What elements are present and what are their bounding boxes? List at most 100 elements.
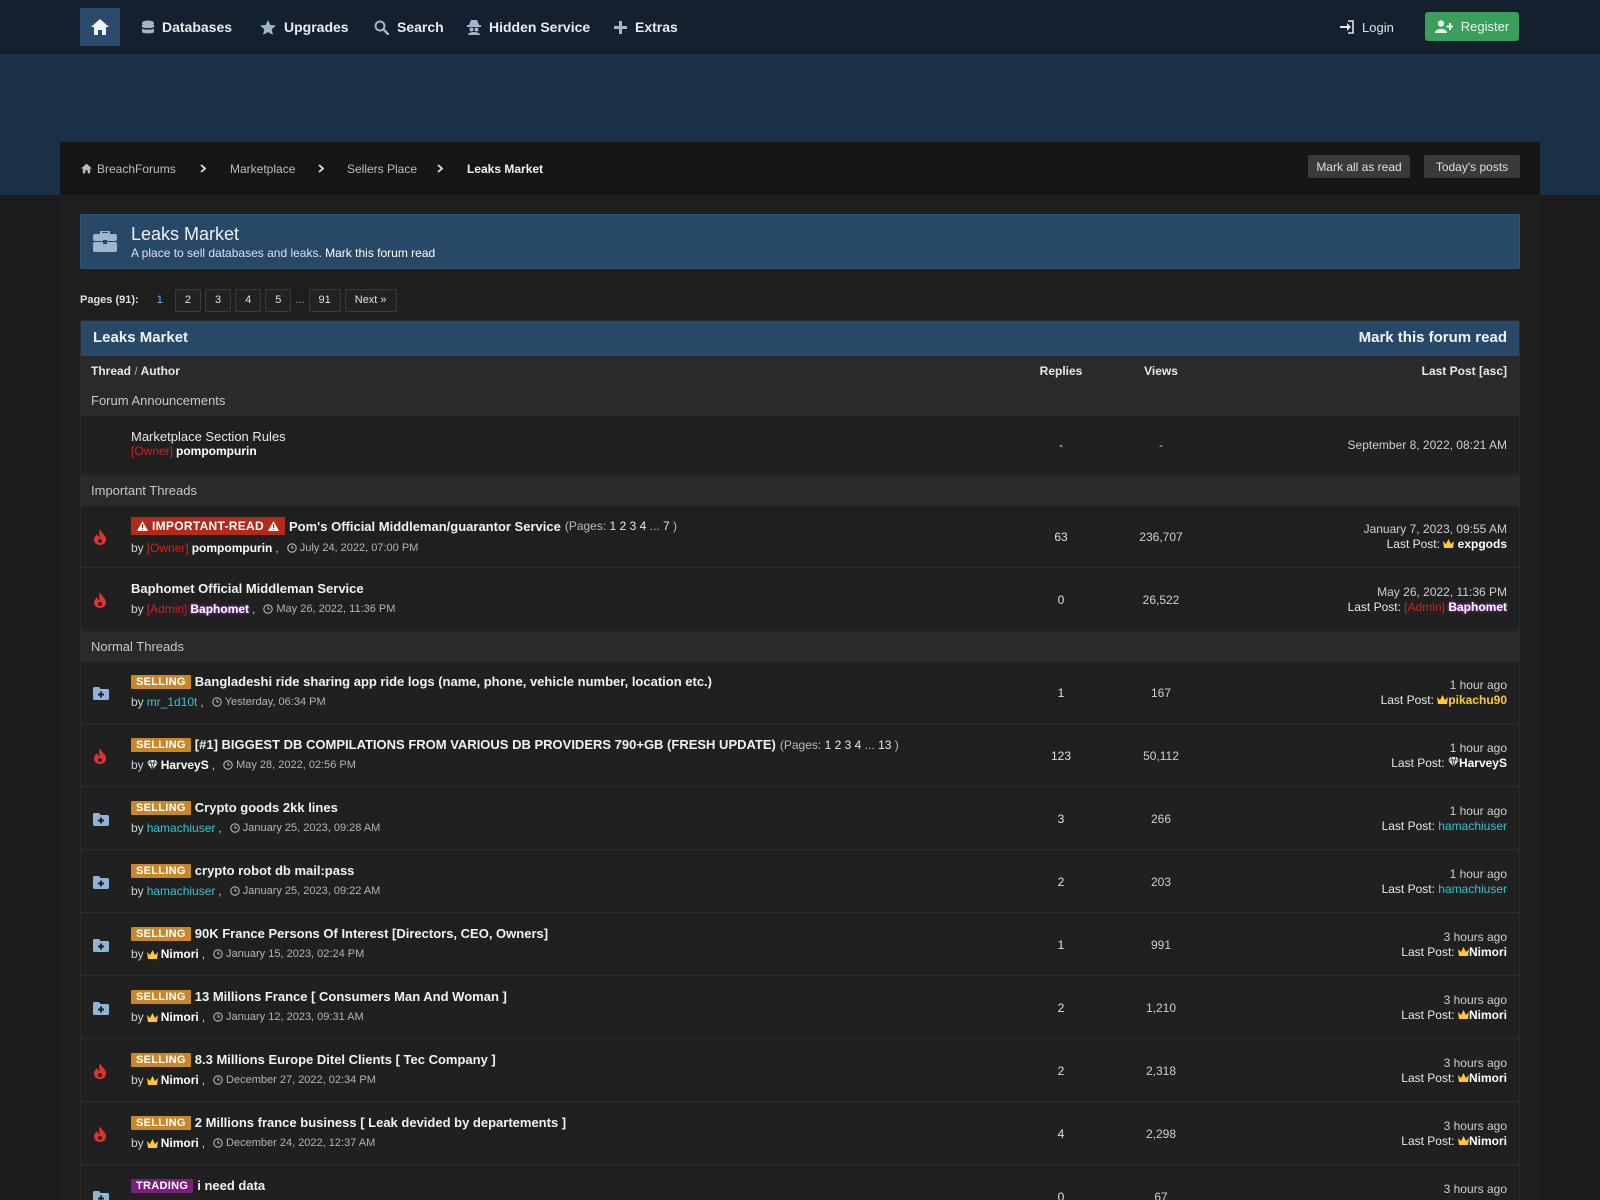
last-post-user[interactable]: expgods — [1458, 537, 1507, 551]
thread-date: December 24, 2022, 12:37 AM — [213, 1137, 375, 1149]
author-link[interactable]: pompompurin — [192, 541, 273, 555]
breadcrumb-marketplace[interactable]: Marketplace — [230, 142, 295, 195]
page-link-last[interactable]: 91 — [308, 288, 341, 312]
page-link[interactable]: 4 — [235, 288, 262, 312]
todays-posts-button[interactable]: Today's posts — [1424, 155, 1520, 178]
last-post-user[interactable]: hamachiuser — [1438, 819, 1507, 833]
thread-page-link[interactable]: 1 — [825, 738, 832, 752]
thread-page-link[interactable]: 4 — [640, 519, 647, 533]
author-link[interactable]: mr_1d10t — [147, 695, 198, 709]
author-link[interactable]: Nimori — [161, 947, 199, 961]
mark-forum-read-link[interactable]: Mark this forum read — [325, 246, 435, 260]
crown-icon — [146, 1075, 158, 1085]
thread-title[interactable]: SELLING 8.3 Millions Europe Ditel Clients… — [131, 1052, 496, 1067]
col-lastpost-label[interactable]: Last Post — [1422, 364, 1476, 378]
author-link[interactable]: hamachiuser — [147, 821, 216, 835]
thread-title[interactable]: Marketplace Section Rules — [131, 429, 286, 444]
col-thread[interactable]: Thread — [91, 364, 131, 378]
thread-date: January 25, 2023, 09:28 AM — [229, 822, 380, 834]
last-post-user[interactable]: hamachiuser — [1438, 882, 1507, 896]
reply-count: 2 — [1057, 875, 1065, 889]
breadcrumb-breachforums[interactable]: BreachForums — [80, 142, 176, 195]
table-mark-read-link[interactable]: Mark this forum read — [1359, 329, 1507, 346]
thread-page-link[interactable]: 1 — [610, 519, 617, 533]
thread-meta: by Nimori, January 12, 2023, 09:31 AM — [131, 1010, 364, 1024]
breadcrumb-separator — [437, 142, 443, 195]
by-label: by — [131, 1010, 144, 1024]
col-author[interactable]: Author — [141, 364, 180, 378]
thread-page-link[interactable]: 7 — [663, 519, 670, 533]
author-link[interactable]: hamachiuser — [147, 884, 216, 898]
table-row: SELLING [#1] BIGGEST DB COMPILATIONS FROM… — [81, 725, 1519, 787]
prefix-badge: SELLING — [131, 674, 191, 689]
author-link[interactable]: Nimori — [161, 1073, 199, 1087]
author-link[interactable]: pompompurin — [176, 444, 257, 458]
clock-icon — [223, 760, 233, 770]
thread-page-link[interactable]: 3 — [845, 738, 852, 752]
home-button[interactable] — [80, 8, 120, 46]
login-link[interactable]: Login — [1340, 0, 1394, 54]
page-link[interactable]: 3 — [204, 288, 232, 312]
author-link[interactable]: Nimori — [161, 1136, 199, 1150]
table-row: SELLING crypto robot db mail:pass by hamac… — [81, 851, 1519, 913]
register-button[interactable]: Register — [1425, 12, 1519, 41]
briefcase-icon — [93, 231, 117, 252]
page-link[interactable]: 2 — [174, 288, 201, 312]
last-post-date: 3 hours ago — [1443, 930, 1507, 944]
thread-page-link[interactable]: 13 — [878, 738, 891, 752]
thread-page-link[interactable]: 2 — [835, 738, 842, 752]
clock-icon — [229, 823, 240, 833]
last-post-user[interactable]: Nimori — [1469, 1134, 1507, 1148]
thread-page-link[interactable]: 4 — [855, 738, 862, 752]
thread-page-link[interactable]: 2 — [620, 519, 627, 533]
thread-title[interactable]: IMPORTANT-READ Pom's Official Middleman/… — [131, 517, 677, 535]
breadcrumb-label: Marketplace — [230, 161, 296, 176]
section-announcements: Forum Announcements — [81, 386, 1519, 416]
last-post-user[interactable]: pikachu90 — [1448, 693, 1507, 707]
thread-pages: (Pages: 1 2 3 4 ... 7 ) — [565, 519, 677, 533]
last-post-user[interactable]: Nimori — [1469, 1071, 1507, 1085]
view-count: - — [1159, 438, 1163, 452]
thread-title[interactable]: SELLING Crypto goods 2kk lines — [131, 800, 338, 815]
table-row: SELLING 8.3 Millions Europe Ditel Clients… — [81, 1040, 1519, 1102]
table-header: Leaks Market Mark this forum read — [81, 321, 1519, 356]
col-views[interactable]: Views — [1121, 364, 1201, 378]
thread-title[interactable]: SELLING 2 Millions france business [ Leak… — [131, 1115, 566, 1130]
thread-title[interactable]: SELLING [#1] BIGGEST DB COMPILATIONS FROM… — [131, 737, 899, 752]
nav-upgrades[interactable]: Upgrades — [260, 0, 349, 54]
nav-databases[interactable]: Databases — [142, 0, 232, 54]
last-post-user[interactable]: HarveyS — [1459, 756, 1507, 770]
thread-title[interactable]: SELLING 13 Millions France [ Consumers Ma… — [131, 989, 507, 1004]
nav-hidden-service[interactable]: Hidden Service — [467, 0, 590, 54]
last-post-role: [Admin] — [1404, 600, 1445, 614]
author-link[interactable]: HarveyS — [161, 758, 209, 772]
thread-title[interactable]: SELLING Bangladeshi ride sharing app ride… — [131, 674, 712, 689]
section-label: Normal Threads — [91, 639, 184, 654]
by-label: by — [131, 758, 144, 772]
last-post-user[interactable]: Baphomet — [1448, 600, 1507, 614]
thread-meta: by mr_1d10t, Yesterday, 06:34 PM — [131, 695, 326, 709]
thread-title[interactable]: Baphomet Official Middleman Service — [131, 581, 364, 596]
breadcrumb-sellers-place[interactable]: Sellers Place — [347, 142, 417, 195]
thread-title[interactable]: SELLING crypto robot db mail:pass — [131, 863, 354, 878]
col-sort-toggle[interactable]: [asc] — [1479, 364, 1507, 378]
last-post-label: Last Post: — [1381, 819, 1435, 833]
mark-all-read-button[interactable]: Mark all as read — [1308, 155, 1410, 178]
last-post-user[interactable]: Nimori — [1469, 1008, 1507, 1022]
new-posts-folder-icon — [93, 1191, 109, 1200]
nav-search[interactable]: Search — [374, 0, 444, 54]
thread-page-link[interactable]: 3 — [630, 519, 637, 533]
sign-in-icon — [1340, 20, 1354, 34]
last-post-user[interactable]: Nimori — [1469, 945, 1507, 959]
author-link[interactable]: Baphomet — [190, 602, 249, 616]
thread-date: May 28, 2022, 02:56 PM — [223, 759, 356, 771]
col-replies[interactable]: Replies — [1021, 364, 1101, 378]
page-link[interactable]: 5 — [265, 288, 292, 312]
author-link[interactable]: Nimori — [161, 1010, 199, 1024]
thread-pages-prefix: (Pages: — [564, 519, 607, 533]
thread-date: December 27, 2022, 02:34 PM — [213, 1074, 376, 1086]
thread-title[interactable]: TRADING i need data — [131, 1178, 265, 1193]
thread-title[interactable]: SELLING 90K France Persons Of Interest [D… — [131, 926, 548, 941]
next-page-link[interactable]: Next » — [344, 288, 397, 312]
nav-extras[interactable]: Extras — [614, 0, 678, 54]
